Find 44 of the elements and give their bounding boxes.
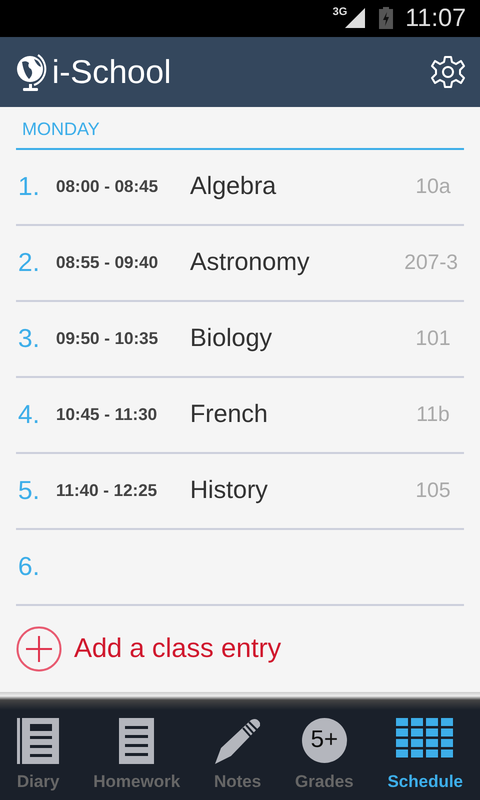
add-entry-button[interactable]: Add a class entry bbox=[16, 606, 464, 692]
lesson-row[interactable]: 5. 11:40 - 12:25 History 105 bbox=[16, 454, 464, 530]
battery-icon bbox=[379, 7, 394, 30]
lesson-time: 08:55 - 09:40 bbox=[56, 252, 160, 273]
lesson-subject: French bbox=[190, 400, 269, 430]
pencil-icon bbox=[214, 718, 261, 764]
network-type: 3G bbox=[332, 6, 348, 18]
grid-icon bbox=[396, 718, 454, 758]
nav-tab[interactable]: 5+ Grades bbox=[295, 710, 354, 800]
lesson-row[interactable]: 2. 08:55 - 09:40 Astronomy 207-3 bbox=[16, 226, 464, 302]
lesson-room: 11b bbox=[415, 402, 451, 427]
lesson-number: 5. bbox=[18, 475, 41, 506]
document-icon bbox=[119, 718, 154, 764]
lesson-number: 2. bbox=[18, 247, 41, 278]
globe-icon bbox=[14, 52, 48, 92]
lesson-row[interactable]: 3. 09:50 - 10:35 Biology 101 bbox=[16, 302, 464, 378]
lesson-number: 3. bbox=[18, 323, 41, 354]
diary-icon bbox=[17, 718, 60, 764]
lesson-room: 10a bbox=[414, 174, 452, 199]
lesson-subject: Algebra bbox=[190, 172, 278, 202]
lesson-time: 10:45 - 11:30 bbox=[56, 404, 158, 425]
add-icon bbox=[16, 626, 62, 672]
lesson-room: 101 bbox=[414, 326, 452, 351]
nav-tab[interactable]: Schedule bbox=[387, 710, 464, 800]
lesson-subject: Astronomy bbox=[190, 248, 310, 278]
lesson-room: 207-3 bbox=[404, 250, 458, 275]
day-header: MONDAY bbox=[16, 106, 464, 150]
lesson-subject: History bbox=[190, 476, 269, 506]
lesson-room: 105 bbox=[414, 478, 452, 503]
settings-icon bbox=[430, 54, 466, 90]
grade-badge: 5+ bbox=[302, 718, 347, 763]
lesson-time: 08:00 - 08:45 bbox=[56, 176, 160, 197]
lesson-number: 4. bbox=[18, 399, 41, 430]
clock: 11:07 bbox=[405, 4, 466, 33]
lesson-number: 6. bbox=[18, 551, 41, 582]
settings-button[interactable] bbox=[430, 54, 466, 90]
lesson-row[interactable]: 1. 08:00 - 08:45 Algebra 10a bbox=[16, 150, 464, 226]
lesson-time: 09:50 - 10:35 bbox=[56, 328, 160, 349]
lesson-time: 11:40 - 12:25 bbox=[56, 480, 158, 501]
lesson-row[interactable]: 4. 10:45 - 11:30 French 11b bbox=[16, 378, 464, 454]
lesson-subject: Biology bbox=[190, 324, 273, 354]
signal-icon bbox=[345, 8, 366, 28]
lesson-number: 1. bbox=[18, 171, 41, 202]
app-title: i-School bbox=[52, 52, 172, 91]
